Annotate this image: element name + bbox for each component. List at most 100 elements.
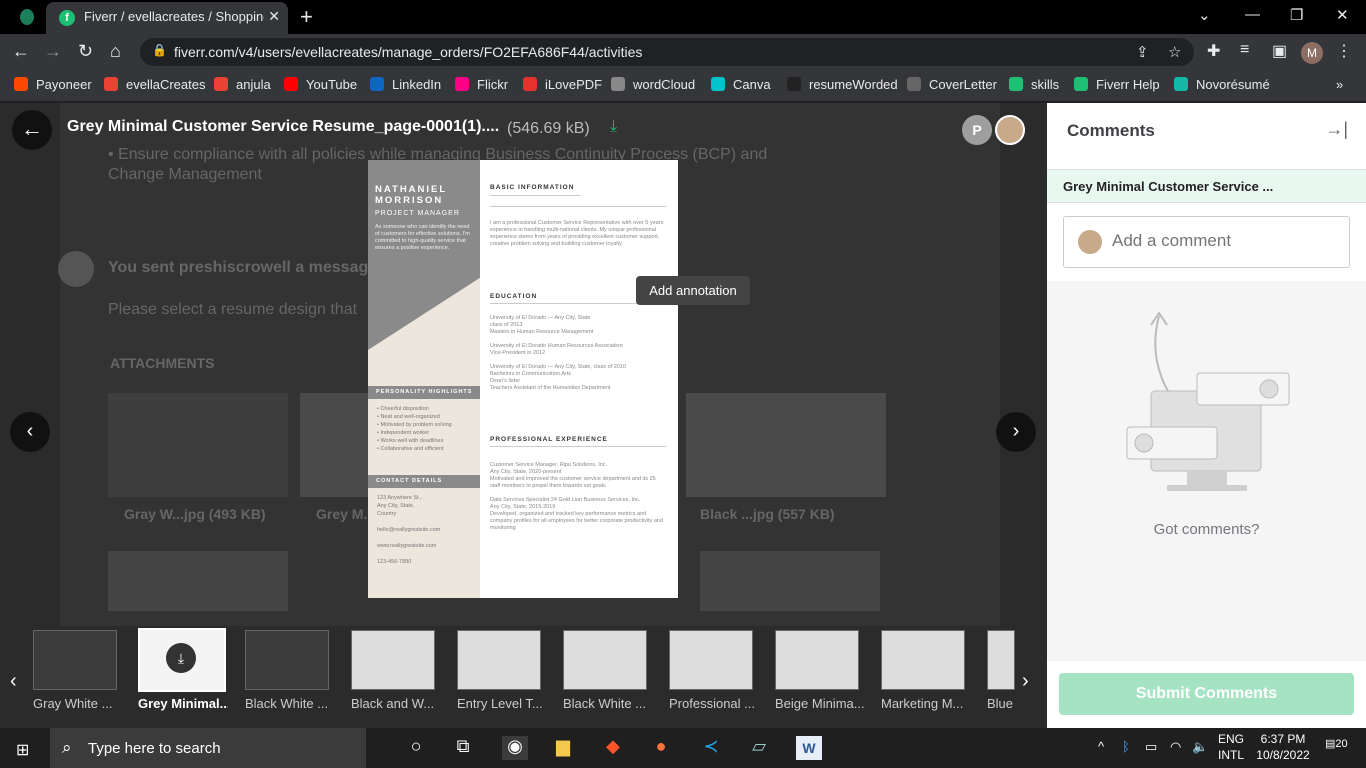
attachment-thumbnail[interactable]: [563, 630, 647, 690]
thumbnail-label[interactable]: Entry Level T...: [457, 696, 547, 711]
taskbar-search[interactable]: ⌕ Type here to search: [50, 728, 366, 768]
minimize-icon[interactable]: —: [1245, 6, 1260, 23]
comment-input-box[interactable]: [1063, 216, 1350, 268]
comments-illustration-icon: [1126, 311, 1290, 491]
chrome-icon[interactable]: ◉: [502, 736, 528, 760]
thumbnail-label[interactable]: Beige Minima...: [775, 696, 865, 711]
bookmark-item[interactable]: resumeWorded: [787, 77, 898, 92]
brave-icon[interactable]: ◆: [600, 736, 626, 760]
thumbnail-label[interactable]: Black and W...: [351, 696, 441, 711]
app-icon[interactable]: ▱: [746, 736, 772, 760]
thumbnail-label[interactable]: Professional ...: [669, 696, 759, 711]
attachment-thumbnail[interactable]: [775, 630, 859, 690]
word-icon[interactable]: W: [796, 736, 822, 760]
extensions-icon[interactable]: ✚: [1207, 41, 1220, 61]
back-icon[interactable]: ←: [12, 41, 30, 62]
bookmark-item[interactable]: LinkedIn: [370, 77, 441, 92]
bookmark-favicon-icon: [611, 77, 625, 91]
bookmark-item[interactable]: Novorésumé: [1174, 77, 1270, 92]
menu-icon[interactable]: ⋮: [1336, 41, 1352, 61]
bookmark-label: evellaCreates: [126, 77, 206, 92]
thumbnails-prev-icon[interactable]: ‹: [10, 670, 17, 693]
attachment-thumbnail[interactable]: [33, 630, 117, 690]
lock-icon: 🔒: [152, 43, 167, 57]
resume-basic-heading: BASIC INFORMATION: [490, 184, 580, 196]
thumbnail-download-icon[interactable]: ⤓: [166, 643, 196, 673]
bookmark-item[interactable]: Canva: [711, 77, 771, 92]
volume-icon[interactable]: 🔈: [1192, 739, 1208, 755]
bookmark-favicon-icon: [787, 77, 801, 91]
share-icon[interactable]: ⇪: [1136, 43, 1149, 61]
language-indicator[interactable]: ENG INTL: [1218, 731, 1244, 763]
download-icon[interactable]: ⤓: [610, 118, 617, 136]
bookmark-item[interactable]: YouTube: [284, 77, 357, 92]
tab-search-chevron-icon[interactable]: ⌄: [1198, 6, 1211, 24]
windows-taskbar: ⊞ ⌕ Type here to search ○ ⧉ ◉ ▆ ◆ ● ≺ ▱ …: [0, 728, 1366, 768]
resume-preview[interactable]: NATHANIEL MORRISON PROJECT MANAGER As so…: [368, 160, 678, 598]
cortana-icon[interactable]: ○: [403, 736, 429, 760]
bookmark-item[interactable]: iLovePDF: [523, 77, 602, 92]
bookmark-favicon-icon: [284, 77, 298, 91]
close-viewer-back-button[interactable]: ←: [12, 110, 52, 150]
reading-list-icon[interactable]: ≡: [1240, 41, 1249, 59]
file-explorer-icon[interactable]: ▆: [550, 736, 576, 760]
comment-file-chip[interactable]: Grey Minimal Customer Service ...: [1047, 169, 1366, 203]
restore-icon[interactable]: ❐: [1290, 6, 1303, 24]
previous-attachment-button[interactable]: ‹: [10, 412, 50, 452]
bookmark-item[interactable]: anjula: [214, 77, 271, 92]
attachment-thumbnail[interactable]: [351, 630, 435, 690]
attachment-thumbnail[interactable]: [245, 630, 329, 690]
taskbar-clock[interactable]: 6:37 PM 10/8/2022: [1253, 731, 1313, 763]
bookmark-item[interactable]: CoverLetter: [907, 77, 997, 92]
submit-comments-button[interactable]: Submit Comments: [1059, 673, 1354, 715]
attachment-thumbnail[interactable]: [457, 630, 541, 690]
windows-start-icon[interactable]: ⊞: [16, 740, 29, 760]
close-window-icon[interactable]: ✕: [1336, 6, 1349, 24]
forward-icon[interactable]: →: [44, 41, 62, 62]
bookmark-star-icon[interactable]: ☆: [1168, 43, 1181, 61]
thumbnail-label[interactable]: Gray White ...: [33, 696, 123, 711]
search-icon: ⌕: [62, 738, 72, 757]
bluetooth-icon[interactable]: ᛒ: [1122, 739, 1130, 754]
thumbnails-next-icon[interactable]: ›: [1022, 670, 1029, 693]
thumbnail-label[interactable]: Marketing M...: [881, 696, 971, 711]
tray-chevron-icon[interactable]: ^: [1098, 739, 1104, 754]
bookmark-item[interactable]: wordCloud: [611, 77, 695, 92]
reload-icon[interactable]: ↻: [78, 41, 93, 62]
vscode-icon[interactable]: ≺: [698, 736, 724, 760]
bookmark-item[interactable]: Flickr: [455, 77, 508, 92]
firefox-icon[interactable]: ●: [648, 736, 674, 760]
collapse-panel-icon[interactable]: →|: [1325, 119, 1348, 140]
profile-avatar[interactable]: M: [1301, 42, 1323, 64]
browser-profile-icon[interactable]: [20, 9, 34, 25]
side-panel-icon[interactable]: ▣: [1272, 41, 1287, 61]
attachment-thumbnail[interactable]: [881, 630, 965, 690]
home-icon[interactable]: ⌂: [110, 41, 121, 62]
thumbnail-label[interactable]: Grey Minimal...: [138, 696, 228, 711]
attachment-thumbnail[interactable]: [669, 630, 753, 690]
thumbnail-label[interactable]: Black White ...: [245, 696, 335, 711]
bookmark-item[interactable]: evellaCreates: [104, 77, 206, 92]
background-attachment-thumb: [108, 393, 288, 497]
bookmark-item[interactable]: skills: [1009, 77, 1059, 92]
resume-contact-heading: CONTACT DETAILS: [368, 475, 480, 488]
browser-tab[interactable]: f Fiverr / evellacreates / Shopping ✕: [46, 2, 288, 34]
tab-close-icon[interactable]: ✕: [268, 8, 280, 25]
bookmark-label: anjula: [236, 77, 271, 92]
task-view-icon[interactable]: ⧉: [450, 736, 476, 760]
next-attachment-button[interactable]: ›: [996, 412, 1036, 452]
bookmark-item[interactable]: Payoneer: [14, 77, 92, 92]
notifications-icon[interactable]: ▤20: [1325, 737, 1348, 750]
bookmark-item[interactable]: Fiverr Help: [1074, 77, 1160, 92]
thumbnail-label[interactable]: Black White ...: [563, 696, 653, 711]
wifi-icon[interactable]: ◠: [1170, 739, 1181, 755]
more-bookmarks-icon[interactable]: »: [1336, 77, 1343, 92]
address-bar[interactable]: 🔒 fiverr.com/v4/users/evellacreates/mana…: [140, 38, 1194, 66]
attachment-thumbnail[interactable]: [987, 630, 1015, 690]
background-text: ATTACHMENTS: [110, 355, 215, 371]
comment-input[interactable]: [1112, 231, 1332, 251]
url-text[interactable]: fiverr.com/v4/users/evellacreates/manage…: [174, 44, 642, 60]
new-tab-icon[interactable]: +: [300, 4, 313, 30]
battery-icon[interactable]: ▭: [1145, 739, 1157, 755]
fiverr-favicon-icon: f: [59, 10, 75, 26]
